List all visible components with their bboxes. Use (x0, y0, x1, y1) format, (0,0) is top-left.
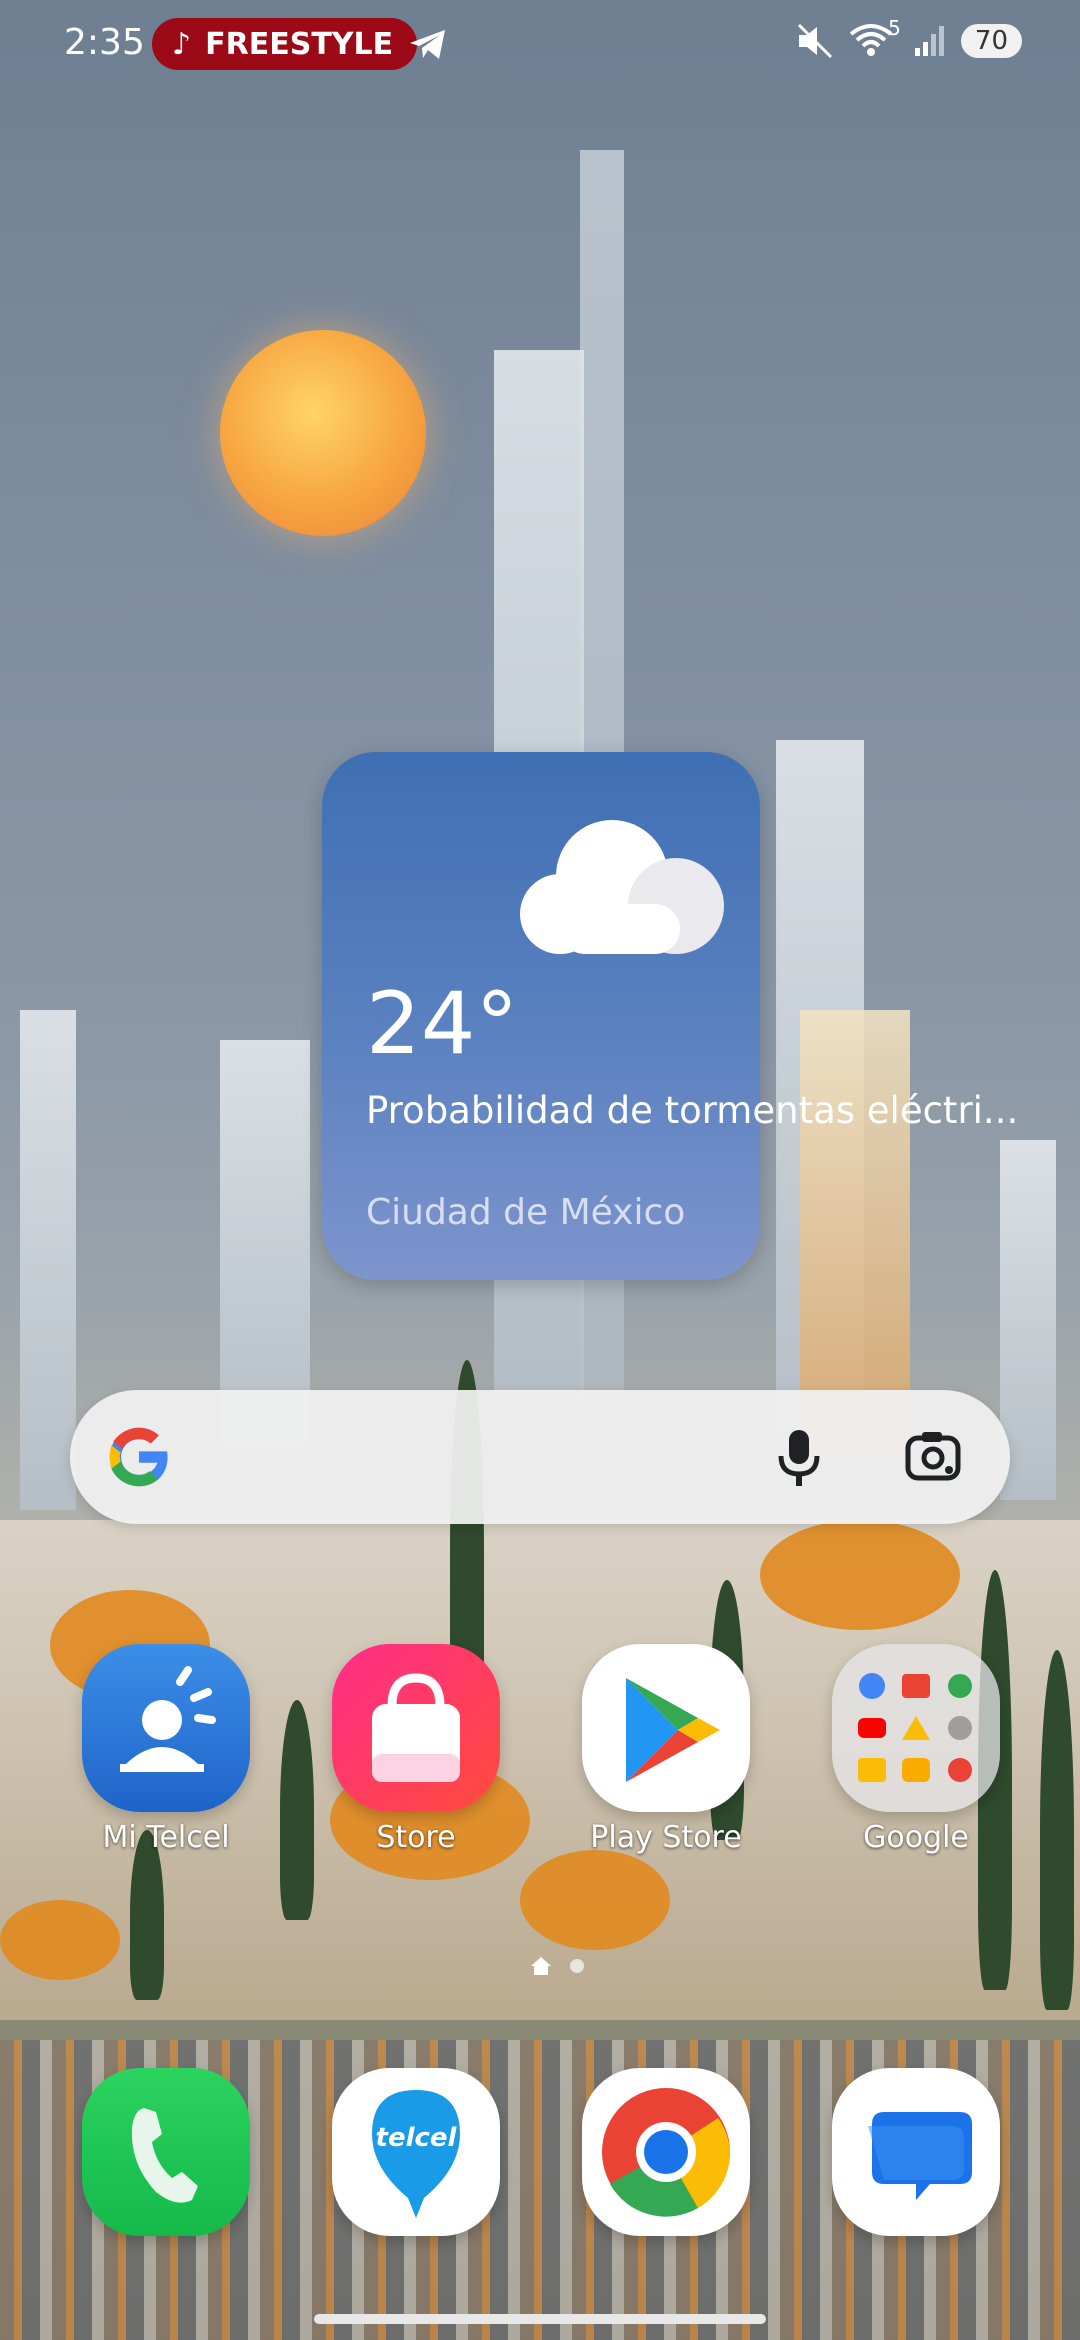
app-label: Google (863, 1820, 969, 1855)
mi-telcel-icon (82, 1644, 250, 1812)
temperature: 24° (366, 974, 519, 1074)
battery-indicator: 70 (960, 24, 1022, 58)
telcel-logo-text: telcel (376, 2123, 458, 2153)
app-label: Mi Telcel (102, 1820, 230, 1855)
store-bag-icon (332, 1644, 500, 1812)
weather-condition: Probabilidad de tormentas eléctri... (366, 1089, 1019, 1132)
media-pill[interactable]: ♪ FREESTYLE (152, 18, 418, 70)
dock-messages[interactable] (826, 2068, 1006, 2236)
page-dot (570, 1959, 584, 1973)
sun-illustration (220, 330, 426, 536)
play-store-icon (582, 1644, 750, 1812)
telegram-icon (410, 30, 445, 59)
telcel-icon: telcel (332, 2068, 500, 2236)
google-lens-icon[interactable] (904, 1428, 962, 1486)
weather-widget[interactable]: 24° Probabilidad de tormentas eléctri...… (322, 752, 1019, 1280)
cypress-tree (280, 1700, 314, 1920)
microphone-icon[interactable] (776, 1428, 822, 1488)
skyscraper (20, 1010, 76, 1510)
page-indicator[interactable] (530, 1956, 584, 1976)
status-bar: 2:35 ♪ FREESTYLE 5 70 (0, 0, 1080, 90)
app-label: Play Store (590, 1820, 742, 1855)
foliage (760, 1520, 960, 1630)
media-pill-label: FREESTYLE (205, 26, 394, 62)
dock-chrome[interactable] (576, 2068, 756, 2236)
app-google-folder[interactable]: Google (826, 1644, 1006, 1855)
music-note-icon: ♪ (172, 26, 192, 62)
home-page-icon (531, 1957, 551, 1975)
wifi-badge: 5 (888, 16, 901, 40)
cypress-tree (130, 1830, 164, 2000)
messages-icon (832, 2068, 1000, 2236)
cloud-icon (520, 820, 724, 954)
weather-city: Ciudad de México (366, 1192, 686, 1233)
wifi-icon: 5 (849, 16, 901, 60)
app-label: Store (376, 1820, 456, 1855)
foliage (0, 1900, 120, 1980)
google-search-bar[interactable] (70, 1390, 1010, 1524)
mute-icon (797, 23, 832, 59)
dock-telcel[interactable]: telcel (326, 2068, 506, 2236)
app-play-store[interactable]: Play Store (576, 1644, 756, 1855)
gesture-bar[interactable] (314, 2314, 766, 2324)
google-folder-icon (832, 1644, 1000, 1812)
clock: 2:35 (64, 22, 145, 63)
chrome-icon (582, 2068, 750, 2236)
app-mi-telcel[interactable]: Mi Telcel (76, 1644, 256, 1855)
google-g-icon (109, 1427, 171, 1487)
dock-phone[interactable] (76, 2068, 256, 2236)
app-store[interactable]: Store (326, 1644, 506, 1855)
cypress-tree (1040, 1650, 1074, 2010)
system-icons: 5 70 (795, 16, 1022, 60)
signal-icon (914, 26, 944, 56)
foliage (520, 1850, 670, 1950)
phone-icon (82, 2068, 250, 2236)
